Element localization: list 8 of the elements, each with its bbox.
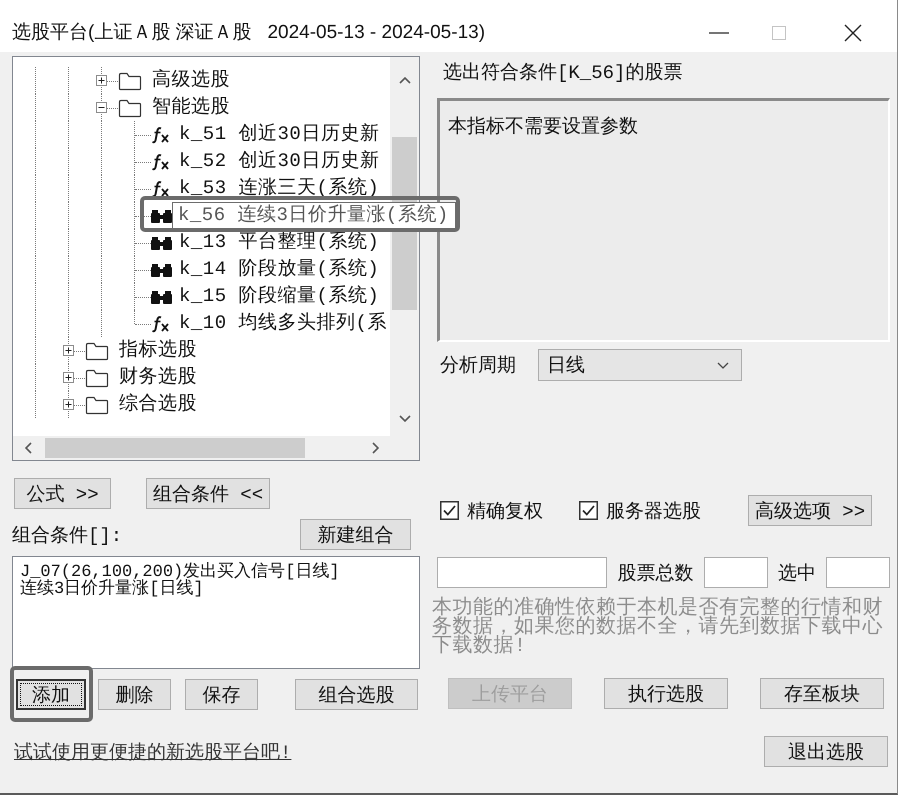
condition-title: 选出符合条件[K_56]的股票: [442, 61, 684, 86]
combo-label: 组合条件[]:: [12, 524, 122, 548]
condition-line: 连续3日价升量涨[日线]: [20, 581, 205, 598]
parameter-text: 本指标不需要设置参数: [448, 116, 638, 138]
total-count-label: 股票总数: [618, 562, 694, 586]
selected-count-label: 选中: [778, 562, 816, 586]
window-title: 选股平台(上证Ａ股 深证Ａ股 2024-05-13 - 2024-05-13): [12, 22, 486, 44]
period-label: 分析周期: [440, 354, 516, 378]
